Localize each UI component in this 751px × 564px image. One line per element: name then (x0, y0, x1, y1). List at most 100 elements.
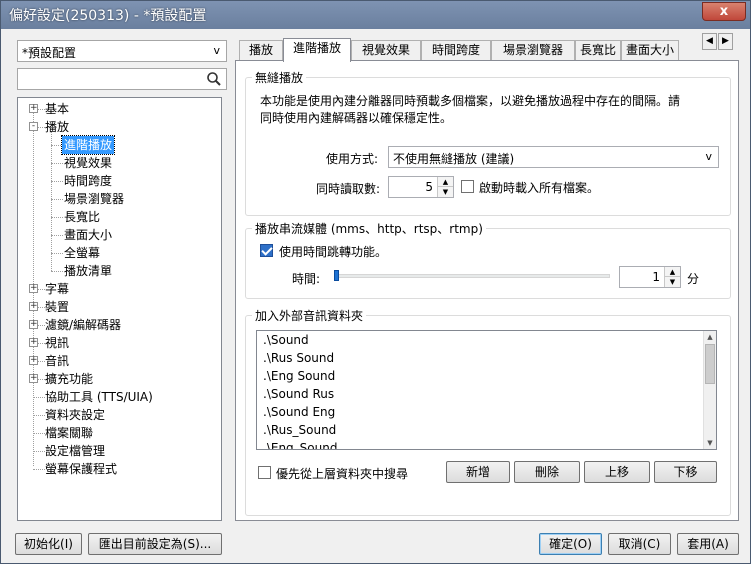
time-jump-label: 使用時間跳轉功能。 (279, 245, 388, 259)
list-item[interactable]: .\Sound Eng (257, 403, 716, 421)
time-unit: 分 (687, 272, 700, 286)
tree-item[interactable]: 畫面大小 (18, 226, 218, 244)
time-label: 時間: (292, 272, 321, 286)
cancel-button[interactable]: 取消(C) (608, 533, 671, 555)
ok-button[interactable]: 確定(O) (539, 533, 602, 555)
export-settings-button[interactable]: 匯出目前設定為(S)... (88, 533, 222, 555)
tree-item[interactable]: 設定檔管理 (18, 442, 218, 460)
stepper-down-icon[interactable]: ▼ (438, 187, 453, 197)
collapse-icon[interactable]: - (29, 122, 38, 131)
apply-button[interactable]: 套用(A) (677, 533, 739, 555)
prefer-parent-checkbox[interactable] (258, 466, 271, 479)
tree-item[interactable]: + 字幕 (18, 280, 218, 298)
expand-icon[interactable]: + (29, 320, 38, 329)
stepper-up-icon[interactable]: ▲ (665, 267, 680, 277)
tree-item-label: 濾鏡/編解碼器 (45, 318, 122, 332)
tree-item-label: 視覺效果 (64, 156, 113, 170)
tree-item[interactable]: 場景瀏覽器 (18, 190, 218, 208)
audio-folder-group: 加入外部音訊資料夾 .\Sound .\Rus Sound .\Eng Sound.… (245, 307, 731, 516)
chevron-down-icon: v (213, 44, 220, 57)
tree-item[interactable]: 螢幕保護程式 (18, 460, 218, 478)
tab[interactable]: 進階播放 (283, 38, 351, 62)
tree-item[interactable]: 協助工具 (TTS/UIA) (18, 388, 218, 406)
tree-item[interactable]: + 音訊 (18, 352, 218, 370)
seamless-description-line-1: 本功能是使用內建分離器同時預載多個檔案，以避免播放過程中存在的間隔。請 (260, 94, 681, 108)
list-item[interactable]: .\Eng_Sound (257, 439, 716, 449)
move-up-button[interactable]: 上移 (584, 461, 650, 483)
close-button[interactable]: x (702, 2, 746, 21)
time-stepper[interactable]: 1 ▲ ▼ (619, 266, 681, 288)
add-folder-button[interactable]: 新增 (446, 461, 510, 483)
settings-tree[interactable]: + 基本 - 播放 進階播放 視覺效果時間跨度 場景瀏覽器 長寬比 畫面大小 全螢幕 播放清單 + 字幕… (17, 97, 222, 521)
tree-item[interactable]: + 擴充功能 (18, 370, 218, 388)
simultaneous-label: 同時讀取數: (316, 182, 381, 196)
usage-value: 不使用無縫播放 (建議) (393, 152, 515, 166)
preset-select[interactable]: *預設配置 v (17, 40, 227, 62)
expand-icon[interactable]: + (29, 284, 38, 293)
load-all-checkbox[interactable] (461, 180, 474, 193)
tab[interactable]: 長寬比 (575, 40, 621, 60)
tree-item-label: 進階播放 (60, 135, 116, 155)
tree-item-label: 基本 (45, 102, 70, 116)
list-item[interactable]: .\Sound (257, 331, 716, 349)
tree-item-label: 擴充功能 (45, 372, 94, 386)
tree-item[interactable]: 時間跨度 (18, 172, 218, 190)
time-slider-track[interactable] (334, 274, 610, 278)
tree-item[interactable]: - 播放 (18, 118, 218, 136)
tree-item-label: 字幕 (45, 282, 70, 296)
time-slider-thumb[interactable] (334, 270, 339, 281)
tree-item-label: 視訊 (45, 336, 70, 350)
tab-scroll-right-button[interactable]: ▶ (718, 33, 733, 50)
usage-select[interactable]: 不使用無縫播放 (建議) v (388, 146, 719, 168)
scroll-up-icon[interactable]: ▲ (704, 331, 716, 343)
list-item[interactable]: .\Rus_Sound (257, 421, 716, 439)
expand-icon[interactable]: + (29, 374, 38, 383)
search-input[interactable] (21, 70, 201, 88)
tree-item[interactable]: 長寬比 (18, 208, 218, 226)
reset-button[interactable]: 初始化(I) (15, 533, 82, 555)
tab-scroll-left-button[interactable]: ◀ (702, 33, 717, 50)
tree-item[interactable]: 播放清單 (18, 262, 218, 280)
expand-icon[interactable]: + (29, 338, 38, 347)
tab[interactable]: 畫面大小 (621, 40, 679, 60)
delete-folder-button[interactable]: 刪除 (514, 461, 580, 483)
expand-icon[interactable]: + (29, 104, 38, 113)
tab[interactable]: 播放 (239, 40, 283, 60)
scroll-down-icon[interactable]: ▼ (704, 437, 716, 449)
simultaneous-value: 5 (425, 180, 433, 194)
list-item[interactable]: .\Sound Rus (257, 385, 716, 403)
expand-icon[interactable]: + (29, 302, 38, 311)
simultaneous-stepper[interactable]: 5 ▲ ▼ (388, 176, 454, 198)
tab[interactable]: 視覺效果 (351, 40, 421, 60)
tree-item[interactable]: + 濾鏡/編解碼器 (18, 316, 218, 334)
scrollbar-thumb[interactable] (705, 344, 715, 384)
expand-icon[interactable]: + (29, 356, 38, 365)
search-box[interactable] (17, 68, 227, 90)
tree-item[interactable]: 檔案關聯 (18, 424, 218, 442)
title-bar[interactable]: 偏好設定(250313) - *預設配置 x (1, 1, 750, 29)
tree-item[interactable]: + 基本 (18, 100, 218, 118)
audio-folder-group-title: 加入外部音訊資料夾 (252, 307, 367, 324)
stepper-down-icon[interactable]: ▼ (665, 277, 680, 287)
chevron-down-icon: v (705, 150, 712, 163)
seamless-group-title: 無縫播放 (252, 69, 307, 86)
load-all-label: 啟動時載入所有檔案。 (479, 181, 600, 195)
tree-item[interactable]: 資料夾設定 (18, 406, 218, 424)
tree-item[interactable]: + 視訊 (18, 334, 218, 352)
tab[interactable]: 場景瀏覽器 (491, 40, 575, 60)
move-down-button[interactable]: 下移 (654, 461, 717, 483)
tree-item[interactable]: 全螢幕 (18, 244, 218, 262)
tree-item-label: 螢幕保護程式 (45, 462, 118, 476)
audio-folder-list-scrollbar[interactable]: ▲ ▼ (703, 331, 716, 449)
tree-item[interactable]: 進階播放 (18, 135, 218, 155)
streaming-group: 播放串流媒體 (mms、http、rtsp、rtmp) 使用時間跳轉功能。 時間… (245, 220, 731, 299)
stepper-up-icon[interactable]: ▲ (438, 177, 453, 187)
search-icon[interactable] (206, 71, 222, 87)
list-item[interactable]: .\Rus Sound (257, 349, 716, 367)
tree-item[interactable]: + 裝置 (18, 298, 218, 316)
time-jump-checkbox[interactable] (260, 244, 273, 257)
list-item[interactable]: .\Eng Sound (257, 367, 716, 385)
tab[interactable]: 時間跨度 (421, 40, 491, 60)
tree-item[interactable]: 視覺效果 (18, 154, 218, 172)
audio-folder-list[interactable]: .\Sound .\Rus Sound .\Eng Sound .\Sound Rus… (256, 330, 717, 450)
